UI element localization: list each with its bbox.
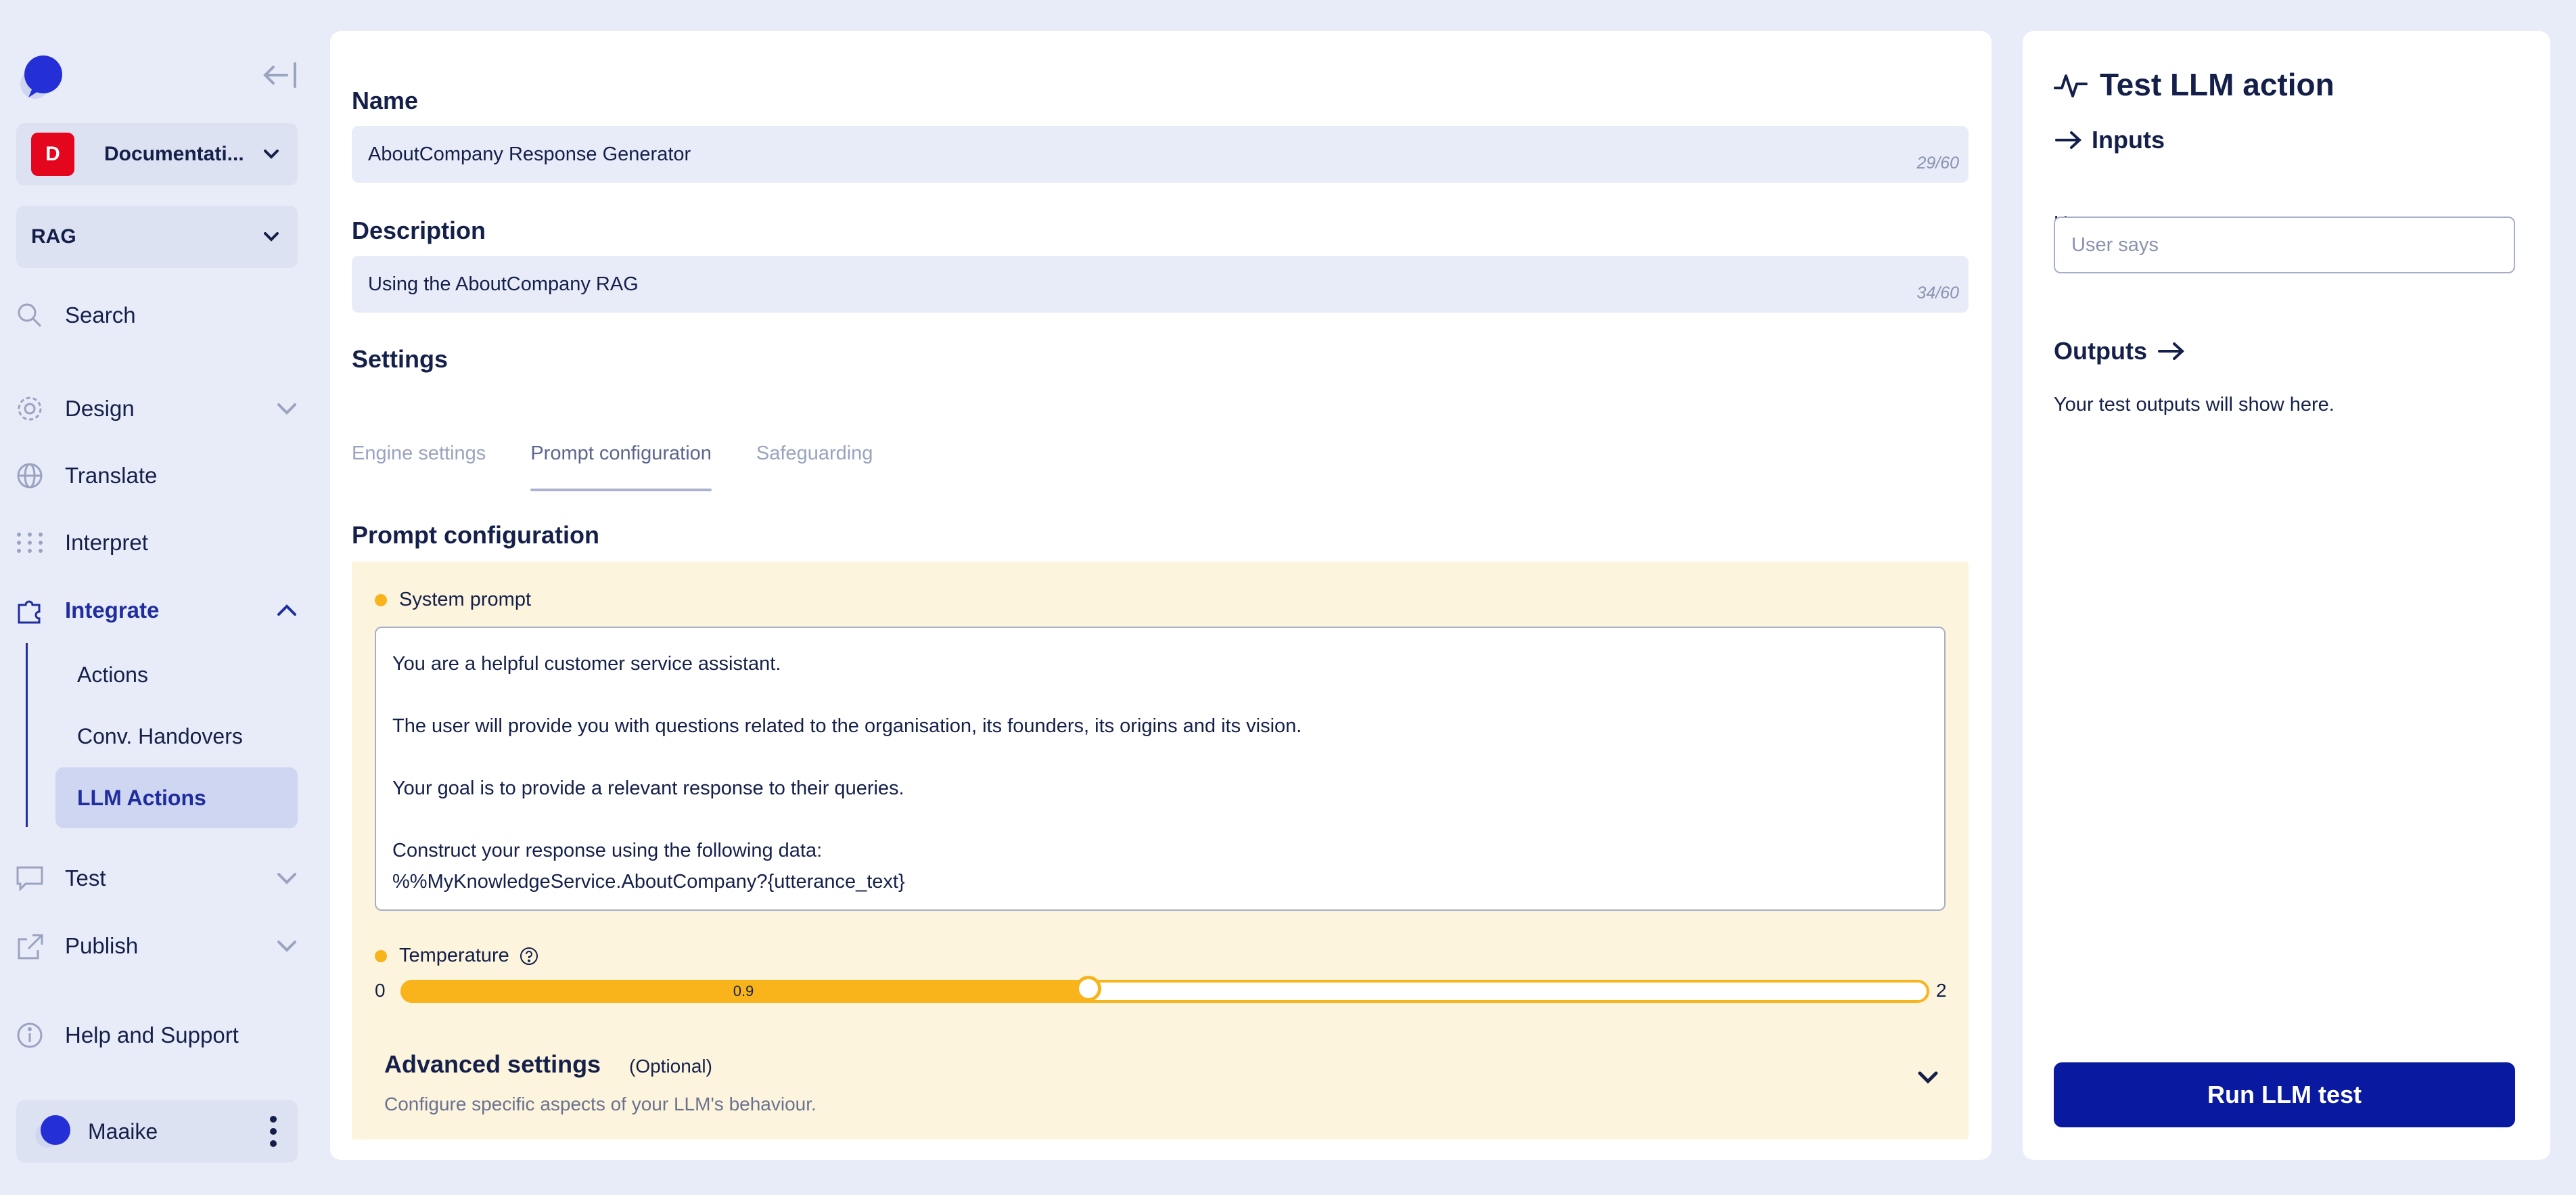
chevron-down-icon[interactable] [1914, 1068, 1941, 1087]
tab-engine-settings[interactable]: Engine settings [352, 407, 486, 491]
nav-label: Translate [65, 463, 158, 488]
name-field[interactable]: AboutCompany Response Generator 29/60 [352, 126, 1969, 183]
advanced-settings-title: Advanced settings [384, 1050, 601, 1078]
advanced-settings-panel[interactable]: Advanced settings (Optional) Configure s… [352, 1026, 1969, 1140]
inputs-heading: Inputs [2054, 126, 2165, 154]
arrow-right-icon [2055, 131, 2082, 149]
slider-fill: 0.9 [400, 980, 1088, 1003]
language-name: RAG [31, 225, 76, 248]
sidebar-item-actions[interactable]: Actions [55, 644, 298, 705]
gear-icon [18, 397, 42, 421]
temperature-label: Temperature [375, 945, 539, 967]
nav-item-translate[interactable]: Translate [15, 455, 299, 496]
language-select[interactable]: RAG [16, 206, 298, 268]
system-prompt-textarea[interactable]: You are a helpful customer service assis… [375, 627, 1946, 911]
settings-label: Settings [352, 345, 448, 373]
puzzle-icon [18, 600, 41, 624]
chat-icon [16, 866, 43, 892]
temperature-label-text: Temperature [399, 945, 509, 966]
status-dot [375, 593, 387, 606]
name-label: Name [352, 87, 419, 114]
test-panel-title: Test LLM action [2054, 66, 2334, 103]
nav-item-integrate[interactable]: Integrate [15, 590, 299, 631]
user-utterance-input[interactable] [2054, 217, 2515, 273]
sidebar-item-llm-actions[interactable]: LLM Actions [55, 767, 298, 828]
nav-label: Publish [65, 933, 139, 958]
outputs-message: Your test outputs will show here. [2054, 394, 2334, 415]
temperature-slider[interactable]: 0.9 [400, 976, 1929, 1003]
project-select[interactable]: D Documentati... [16, 123, 298, 185]
sidebar: D Documentati... RAG Search Design Trans… [0, 0, 313, 1195]
help-circle-icon[interactable] [519, 946, 539, 966]
slider-thumb[interactable] [1076, 976, 1101, 1001]
nav-item-search[interactable]: Search [15, 295, 299, 336]
chevron-down-icon [264, 150, 279, 159]
nav-label: Interpret [65, 530, 148, 555]
avatar [35, 1115, 70, 1148]
arrow-right-icon [2157, 342, 2184, 360]
nav-item-help[interactable]: Help and Support [15, 1015, 299, 1056]
section-title: Prompt configuration [352, 521, 599, 549]
system-prompt-label: System prompt [375, 589, 531, 611]
app-logo-icon[interactable] [15, 49, 72, 106]
name-value: AboutCompany Response Generator [368, 143, 691, 165]
submenu-line [26, 643, 28, 827]
nav-label: Help and Support [65, 1022, 239, 1047]
description-value: Using the AboutCompany RAG [368, 273, 639, 295]
description-label: Description [352, 217, 486, 244]
advanced-description: Configure specific aspects of your LLM's… [384, 1093, 816, 1114]
run-llm-test-button[interactable]: Run LLM test [2054, 1062, 2515, 1127]
nav-item-test[interactable]: Test [15, 858, 299, 899]
nav-item-publish[interactable]: Publish [15, 926, 299, 966]
settings-tabs: Engine settings Prompt configuration Saf… [352, 407, 917, 491]
collapse-sidebar-icon[interactable] [261, 60, 299, 91]
name-char-count: 29/60 [1916, 154, 1959, 173]
search-icon [18, 303, 42, 328]
tab-prompt-configuration[interactable]: Prompt configuration [530, 407, 712, 491]
nav-item-design[interactable]: Design [15, 388, 299, 429]
chevron-up-icon [277, 604, 296, 616]
nav-label: Integrate [65, 598, 160, 623]
main-panel: Name AboutCompany Response Generator 29/… [330, 31, 1992, 1160]
dots-grid-icon [17, 533, 43, 553]
slider-value-label: 0.9 [733, 983, 754, 999]
nav-label: Design [65, 396, 135, 421]
activity-icon [2054, 74, 2088, 97]
description-char-count: 34/60 [1916, 284, 1959, 302]
test-panel: Test LLM action Inputs User utterance Ou… [2023, 31, 2550, 1160]
project-name: Documentati... [104, 143, 244, 165]
more-vertical-icon[interactable] [269, 1114, 277, 1149]
share-icon [18, 934, 43, 960]
info-icon [17, 1022, 43, 1048]
test-title-text: Test LLM action [2100, 67, 2334, 102]
nav-item-interpret[interactable]: Interpret [15, 522, 299, 563]
sidebar-item-conv-handovers[interactable]: Conv. Handovers [55, 706, 298, 767]
nav-label: Test [65, 865, 106, 890]
system-prompt-label-text: System prompt [399, 589, 531, 610]
advanced-optional-label: (Optional) [629, 1056, 712, 1077]
nav-label: Search [65, 302, 136, 328]
chevron-down-icon [277, 941, 296, 952]
slider-min-label: 0 [375, 980, 386, 1001]
user-name: Maaike [88, 1119, 158, 1144]
chevron-down-icon [277, 873, 296, 884]
slider-max-label: 2 [1936, 980, 1947, 1001]
description-field[interactable]: Using the AboutCompany RAG 34/60 [352, 256, 1969, 313]
status-dot [375, 949, 387, 962]
prompt-config-box: System prompt You are a helpful customer… [352, 562, 1969, 1043]
tab-safeguarding[interactable]: Safeguarding [756, 407, 873, 491]
outputs-label: Outputs [2054, 337, 2147, 365]
globe-icon [17, 463, 43, 489]
project-badge: D [31, 133, 74, 176]
outputs-heading: Outputs [2054, 337, 2186, 365]
inputs-label: Inputs [2092, 126, 2165, 154]
chevron-down-icon [264, 232, 279, 242]
chevron-down-icon [277, 403, 296, 415]
user-menu[interactable]: Maaike [16, 1100, 298, 1163]
